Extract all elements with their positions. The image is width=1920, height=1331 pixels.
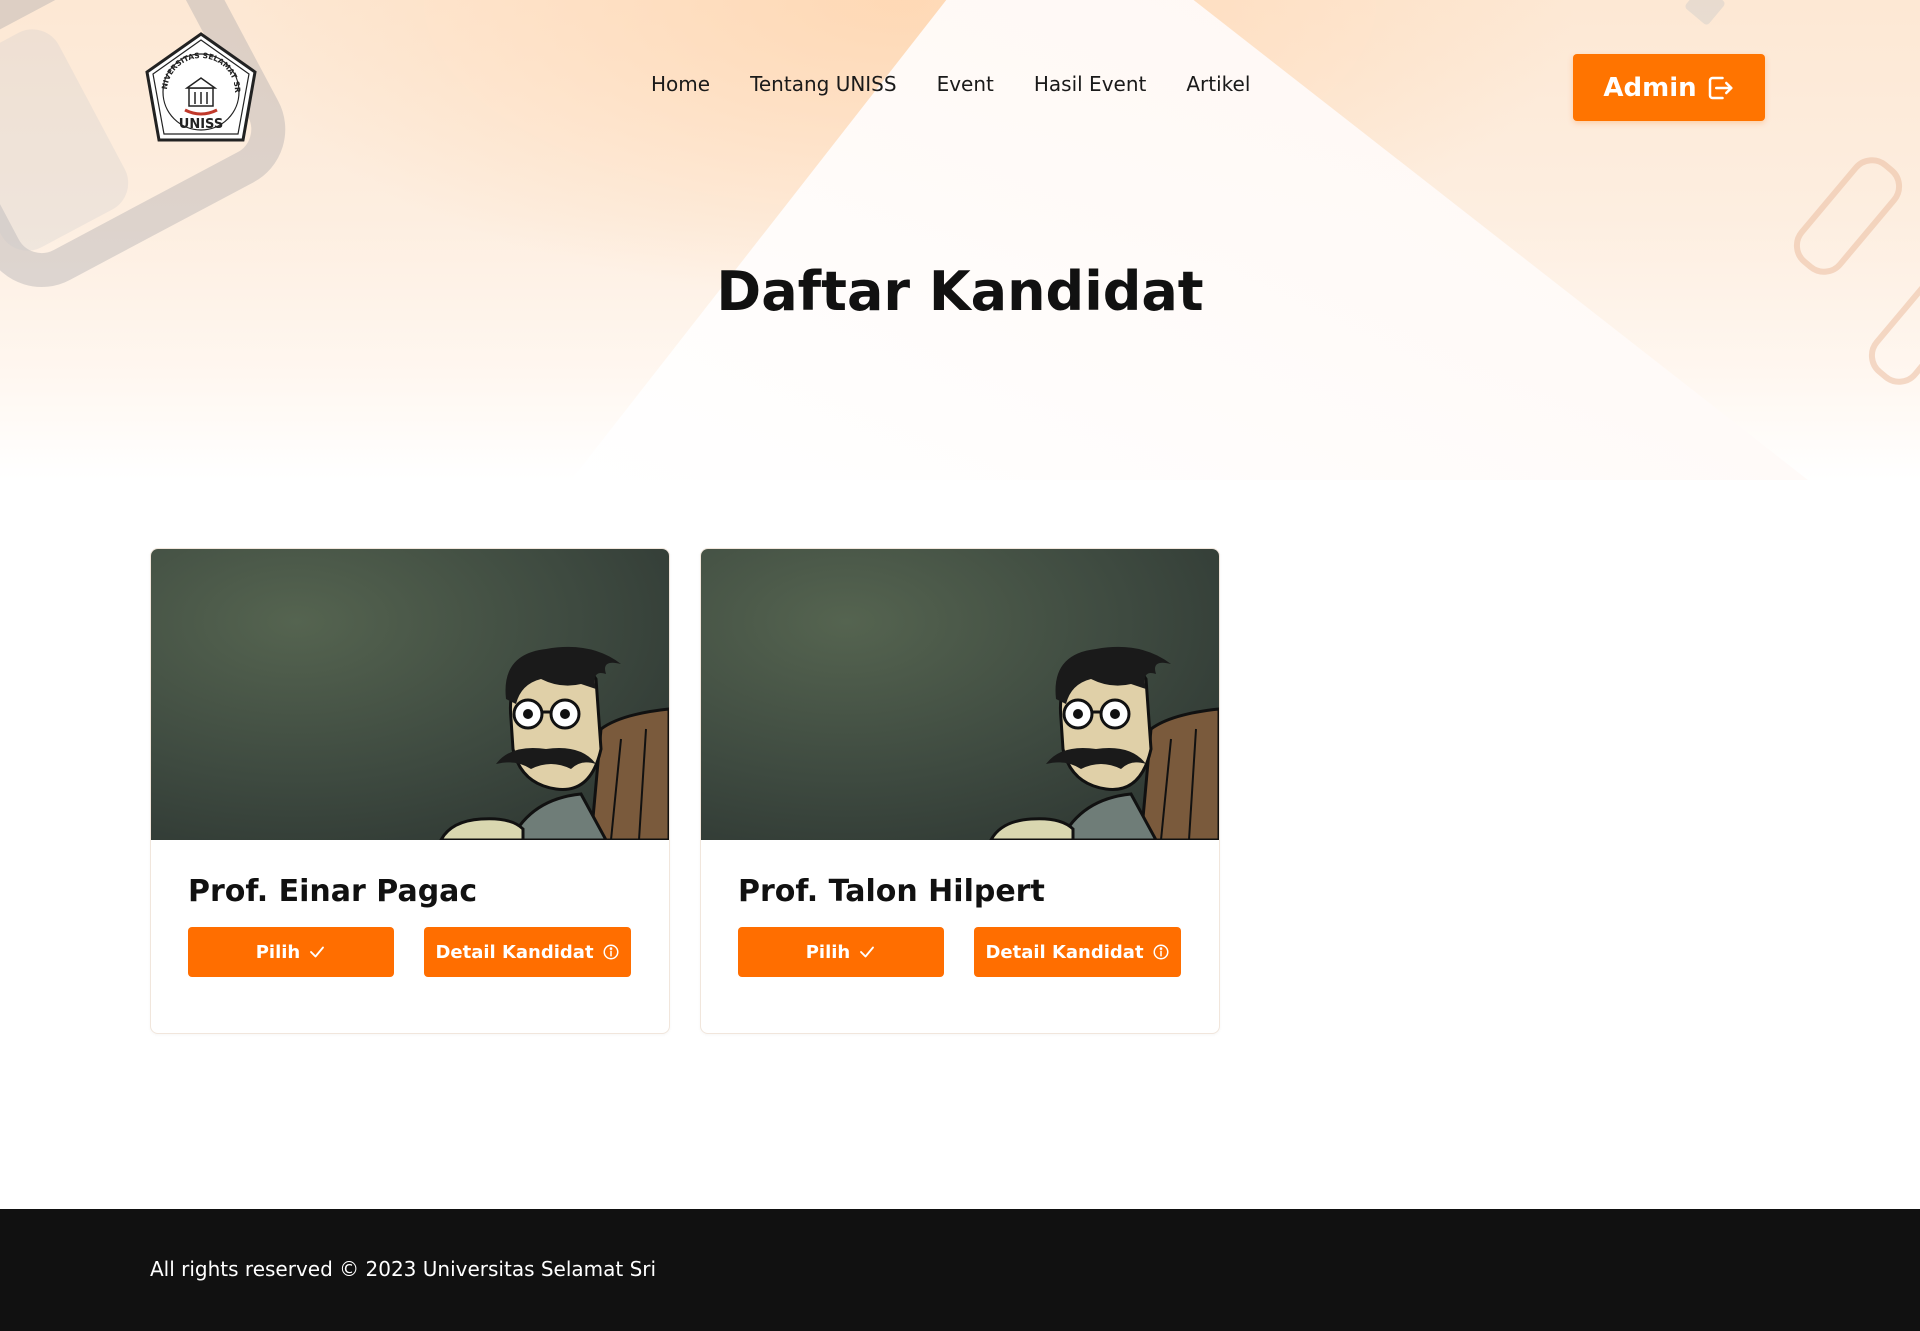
info-circle-icon: [603, 944, 619, 960]
candidate-name: Prof. Einar Pagac: [188, 874, 478, 909]
candidate-photo: [151, 549, 669, 840]
candidate-photo: [701, 549, 1219, 840]
check-icon: [860, 946, 875, 958]
candidate-card: Prof. Talon Hilpert Pilih Detail Kandida…: [700, 548, 1220, 1034]
candidate-card-body: Prof. Talon Hilpert Pilih Detail Kandida…: [701, 840, 1219, 977]
candidate-actions: Pilih Detail Kandidat: [738, 927, 1182, 977]
site-footer: All rights reserved © 2023 Universitas S…: [0, 1209, 1920, 1331]
nav-home[interactable]: Home: [651, 72, 710, 96]
detail-kandidat-button[interactable]: Detail Kandidat: [424, 927, 631, 977]
pilih-button[interactable]: Pilih: [738, 927, 944, 977]
nav-artikel[interactable]: Artikel: [1186, 72, 1250, 96]
candidate-name: Prof. Talon Hilpert: [738, 874, 1045, 909]
main-nav: Home Tentang UNISS Event Hasil Event Art…: [651, 72, 1250, 96]
candidate-actions: Pilih Detail Kandidat: [188, 927, 632, 977]
candidate-list: Prof. Einar Pagac Pilih Detail Kandidat: [150, 548, 1220, 1034]
copyright-text: All rights reserved © 2023 Universitas S…: [150, 1257, 657, 1281]
admin-button-label: Admin: [1603, 72, 1697, 103]
nav-tentang-uniss[interactable]: Tentang UNISS: [750, 72, 897, 96]
detail-kandidat-label: Detail Kandidat: [985, 941, 1144, 963]
pilih-button[interactable]: Pilih: [188, 927, 394, 977]
page-title: Daftar Kandidat: [716, 260, 1204, 323]
nav-hasil-event[interactable]: Hasil Event: [1034, 72, 1146, 96]
candidate-card: Prof. Einar Pagac Pilih Detail Kandidat: [150, 548, 670, 1034]
candidate-card-body: Prof. Einar Pagac Pilih Detail Kandidat: [151, 840, 669, 977]
candidate-photo-illustration: [701, 549, 1219, 840]
detail-kandidat-button[interactable]: Detail Kandidat: [974, 927, 1181, 977]
site-header: UNIVERSITAS SELAMAT SRI UNISS Home Tenta…: [0, 0, 1920, 175]
svg-text:UNISS: UNISS: [179, 117, 223, 132]
admin-button[interactable]: Admin: [1573, 54, 1765, 121]
uniss-logo[interactable]: UNIVERSITAS SELAMAT SRI UNISS: [140, 23, 259, 146]
pilih-button-label: Pilih: [805, 941, 851, 963]
uniss-logo-icon: UNIVERSITAS SELAMAT SRI UNISS: [140, 23, 257, 142]
candidate-photo-illustration: [151, 549, 669, 840]
logout-icon: [1708, 76, 1733, 99]
info-circle-icon: [1153, 944, 1169, 960]
pilih-button-label: Pilih: [255, 941, 301, 963]
detail-kandidat-label: Detail Kandidat: [435, 941, 594, 963]
nav-event[interactable]: Event: [937, 72, 994, 96]
check-icon: [310, 946, 325, 958]
